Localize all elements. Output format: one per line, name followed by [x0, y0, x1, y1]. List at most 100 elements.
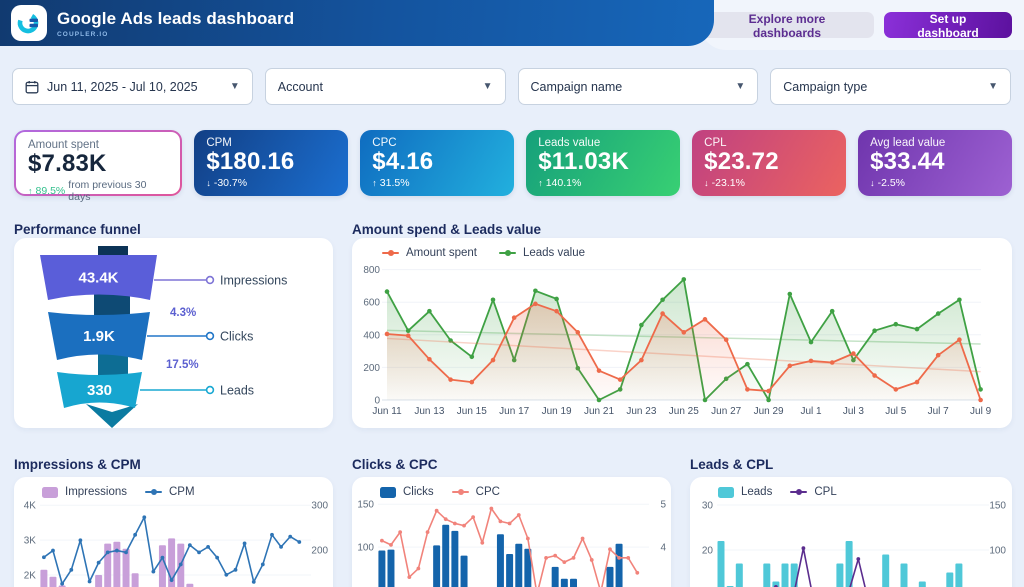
kpi-delta: ↓ -2.5%: [870, 177, 1000, 189]
legend: Leads CPL: [718, 486, 837, 498]
legend-item-impressions[interactable]: Impressions: [42, 486, 127, 498]
kpi-card-amount-spent: Amount spent $7.83K ↑ 89.5% from previou…: [14, 130, 182, 196]
leads-cpl-chart[interactable]: 3020150100: [690, 500, 1012, 587]
svg-text:600: 600: [363, 298, 380, 309]
legend-item-cpl[interactable]: CPL: [790, 486, 836, 498]
svg-text:4.3%: 4.3%: [170, 307, 196, 319]
svg-text:150: 150: [989, 501, 1006, 512]
svg-text:5: 5: [660, 500, 666, 511]
kpi-delta-value: 89.5%: [36, 185, 66, 197]
svg-text:Clicks: Clicks: [220, 330, 253, 344]
axes: 4K3K2K300200: [24, 501, 329, 582]
kpi-card-leads-value: Leads value $11.03K ↑ 140.1%: [526, 130, 680, 196]
legend-line-marker: [499, 252, 516, 254]
legend-label: CPM: [169, 486, 195, 498]
coupler-logo-icon: [16, 10, 42, 36]
section-title-performance-funnel: Performance funnel: [14, 222, 141, 237]
legend-item-clicks[interactable]: Clicks: [380, 486, 434, 498]
campaign-type-filter[interactable]: Campaign type ▼: [770, 68, 1011, 105]
legend-label: CPL: [814, 486, 836, 498]
kpi-delta-value: 140.1%: [546, 177, 582, 189]
legend-item-leads[interactable]: Leads: [718, 486, 772, 498]
kpi-label: CPL: [704, 137, 834, 149]
svg-text:Jun 29: Jun 29: [754, 406, 784, 417]
kpi-label: Amount spent: [28, 139, 168, 151]
svg-text:Jun 13: Jun 13: [414, 406, 444, 417]
section-title-amount-leads: Amount spend & Leads value: [352, 222, 541, 237]
clicks-cpc-chart[interactable]: 150 100 5 4: [352, 500, 671, 587]
legend-swatch-marker: [718, 487, 734, 498]
svg-text:330: 330: [87, 382, 112, 399]
kpi-delta: ↑ 89.5% from previous 30 days: [28, 179, 168, 203]
funnel-card: 43.4K1.9K330ImpressionsClicksLeads4.3%17…: [14, 238, 333, 428]
svg-text:Jun 11: Jun 11: [372, 406, 402, 417]
impressions-cpm-chart-card: Impressions CPM 4K3K2K300200: [14, 477, 333, 587]
svg-text:20: 20: [702, 546, 714, 557]
bars: [718, 541, 981, 587]
account-filter[interactable]: Account ▼: [265, 68, 506, 105]
section-title-clicks-cpc: Clicks & CPC: [352, 457, 438, 472]
chevron-down-icon: ▼: [483, 81, 493, 92]
legend-item-cpc[interactable]: CPC: [452, 486, 500, 498]
kpi-value: $11.03K: [538, 149, 668, 176]
svg-text:0: 0: [374, 396, 380, 407]
svg-text:4: 4: [660, 543, 666, 554]
setup-dashboard-button[interactable]: Set up dashboard: [884, 12, 1012, 38]
explore-dashboards-button[interactable]: Explore more dashboards: [700, 12, 874, 38]
chevron-down-icon: ▼: [230, 81, 240, 92]
svg-text:300: 300: [311, 501, 328, 512]
clicks-cpc-chart-card: Clicks CPC 150 100 5 4: [352, 477, 671, 587]
performance-funnel-chart[interactable]: 43.4K1.9K330ImpressionsClicksLeads4.3%17…: [14, 238, 333, 428]
header-actions: Explore more dashboards Set up dashboard: [700, 0, 1024, 50]
svg-text:2K: 2K: [24, 570, 37, 581]
svg-text:Jul 9: Jul 9: [970, 406, 992, 417]
kpi-card-cpl: CPL $23.72 ↓ -23.1%: [692, 130, 846, 196]
legend-label: Leads: [741, 486, 772, 498]
legend-label: Clicks: [403, 486, 434, 498]
delta-arrow-icon: ↑: [372, 178, 377, 188]
svg-text:Jul 5: Jul 5: [885, 406, 907, 417]
legend-line-marker: [790, 491, 807, 493]
delta-arrow-icon: ↓: [206, 178, 211, 188]
x-axis: Jun 11 Jun 13 Jun 15 Jun 17 Jun 19 Jun 21 Jun …: [372, 406, 991, 417]
kpi-delta-value: -2.5%: [878, 177, 905, 189]
svg-text:Jul 3: Jul 3: [843, 406, 865, 417]
section-title-impressions-cpm: Impressions & CPM: [14, 457, 141, 472]
svg-text:Jun 19: Jun 19: [542, 406, 572, 417]
legend: Impressions CPM: [42, 486, 195, 498]
section-title-leads-cpl: Leads & CPL: [690, 457, 773, 472]
legend-line-marker: [382, 252, 399, 254]
campaign-name-filter[interactable]: Campaign name ▼: [518, 68, 759, 105]
svg-text:150: 150: [357, 500, 374, 511]
delta-arrow-icon: ↓: [870, 178, 875, 188]
svg-text:Jun 15: Jun 15: [457, 406, 487, 417]
date-range-filter[interactable]: Jun 11, 2025 - Jul 10, 2025 ▼: [12, 68, 253, 105]
svg-text:Jun 21: Jun 21: [584, 406, 614, 417]
axes: 3020150100: [702, 501, 1007, 557]
svg-text:100: 100: [989, 546, 1006, 557]
svg-text:400: 400: [363, 330, 380, 341]
svg-text:100: 100: [357, 543, 374, 554]
amount-leads-chart[interactable]: 8006004002000Jun 11Jun 13Jun 15Jun 17Jun…: [358, 258, 1006, 424]
svg-text:Jun 17: Jun 17: [499, 406, 529, 417]
svg-text:Jul 7: Jul 7: [928, 406, 950, 417]
kpi-delta: ↓ -23.1%: [704, 177, 834, 189]
kpi-value: $23.72: [704, 149, 834, 176]
kpi-label: Avg lead value: [870, 137, 1000, 149]
date-range-value: Jun 11, 2025 - Jul 10, 2025: [47, 80, 198, 94]
brand-label: COUPLER.IO: [57, 31, 294, 38]
impressions-cpm-chart[interactable]: 4K3K2K300200: [14, 500, 333, 587]
filters-bar: Jun 11, 2025 - Jul 10, 2025 ▼ Account ▼ …: [12, 68, 1011, 105]
funnel-shapes: 43.4K1.9K330ImpressionsClicksLeads4.3%17…: [40, 246, 287, 428]
kpi-label: CPM: [206, 137, 336, 149]
svg-text:1.9K: 1.9K: [83, 328, 115, 345]
delta-arrow-icon: ↑: [28, 186, 33, 196]
legend-label: CPC: [476, 486, 500, 498]
campaign-type-filter-label: Campaign type: [783, 80, 867, 94]
kpi-label: CPC: [372, 137, 502, 149]
calendar-icon: [25, 80, 39, 94]
legend-item-cpm[interactable]: CPM: [145, 486, 195, 498]
legend-swatch-marker: [42, 487, 58, 498]
delta-arrow-icon: ↑: [538, 178, 543, 188]
kpi-cards: Amount spent $7.83K ↑ 89.5% from previou…: [14, 130, 1012, 196]
